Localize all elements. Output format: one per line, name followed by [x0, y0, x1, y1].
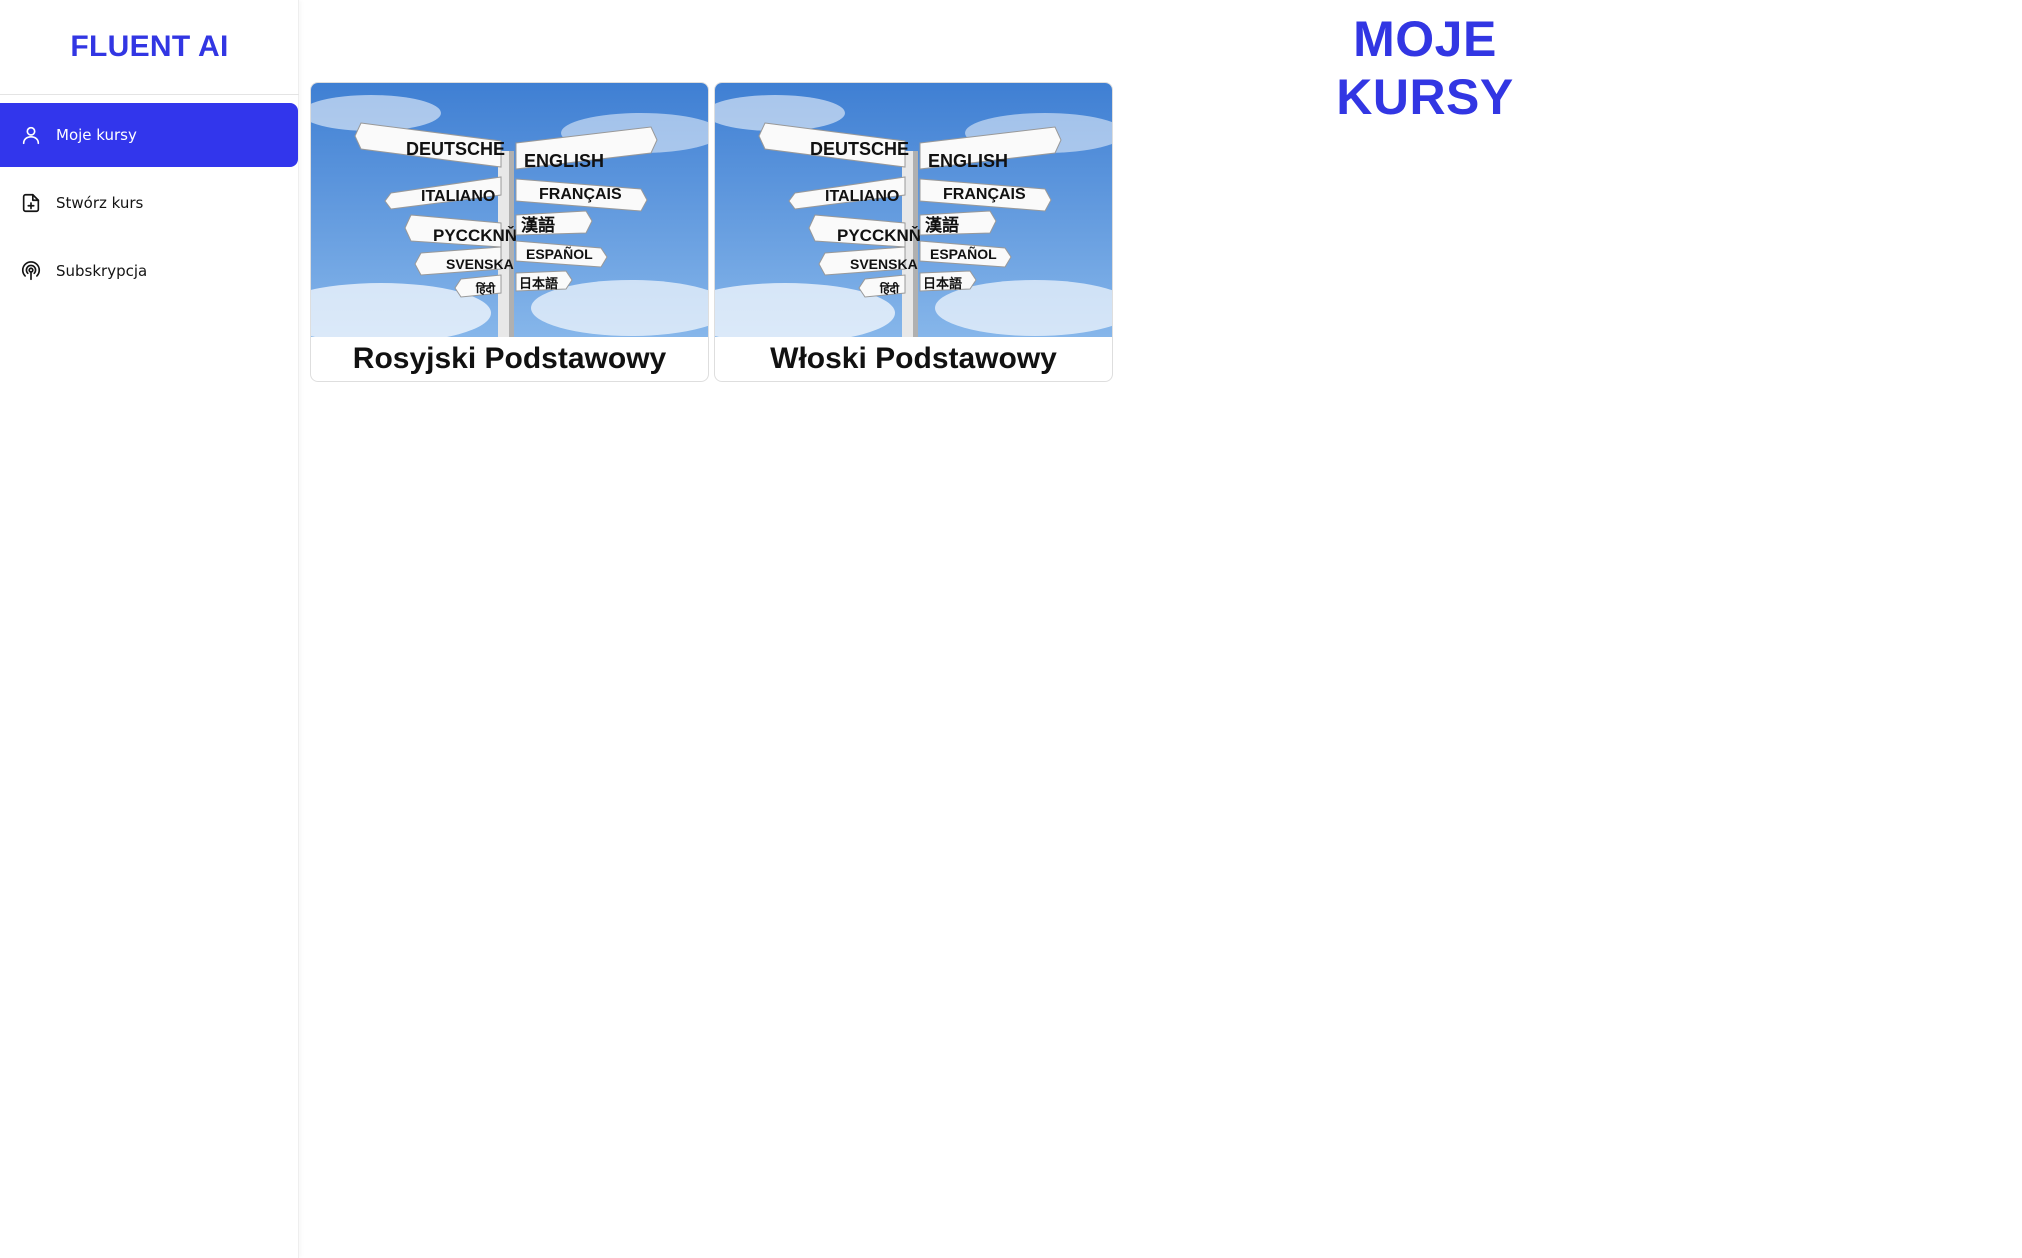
sign-francais: FRANÇAIS: [943, 186, 1026, 203]
file-plus-icon: [20, 192, 42, 214]
user-icon: [20, 124, 42, 146]
sidebar-item-label: Subskrypcja: [56, 262, 148, 280]
course-grid: DEUTSCHE ENGLISH ITALIANO FRANÇAIS PYCCK…: [310, 82, 1113, 382]
sidebar-item-subskrypcja[interactable]: Subskrypcja: [0, 239, 298, 303]
sign-english: ENGLISH: [524, 151, 604, 171]
sign-espanol: ESPAÑOL: [930, 245, 997, 262]
sign-deutsche: DEUTSCHE: [406, 139, 505, 159]
sign-deutsche: DEUTSCHE: [810, 139, 909, 159]
sidebar: FLUENT AI Moje kursy Stwórz kurs Subskry…: [0, 0, 299, 1258]
sign-russian: PYCCKNŇ: [433, 226, 517, 245]
sign-hindi: हिंदी: [475, 281, 496, 296]
sign-svenska: SVENSKA: [446, 256, 514, 272]
page-title: MOJE KURSY: [1336, 11, 1514, 125]
sign-svenska: SVENSKA: [850, 256, 918, 272]
course-image: DEUTSCHE ENGLISH ITALIANO FRANÇAIS PYCCK…: [715, 83, 1112, 337]
course-image: DEUTSCHE ENGLISH ITALIANO FRANÇAIS PYCCK…: [311, 83, 708, 337]
sign-hindi: हिंदी: [879, 281, 900, 296]
sidebar-nav: Moje kursy Stwórz kurs Subskrypcja: [0, 103, 299, 307]
sidebar-item-label: Stwórz kurs: [56, 194, 144, 212]
sign-chinese: 漢語: [521, 215, 555, 235]
sign-espanol: ESPAÑOL: [526, 245, 593, 262]
course-card[interactable]: DEUTSCHE ENGLISH ITALIANO FRANÇAIS PYCCK…: [310, 82, 709, 382]
course-card[interactable]: DEUTSCHE ENGLISH ITALIANO FRANÇAIS PYCCK…: [714, 82, 1113, 382]
sign-japanese: 日本語: [519, 276, 558, 291]
sign-english: ENGLISH: [928, 151, 1008, 171]
brand-header: FLUENT AI: [0, 0, 299, 95]
sign-japanese: 日本語: [923, 276, 962, 291]
sign-italiano: ITALIANO: [825, 188, 899, 205]
sidebar-item-stworz-kurs[interactable]: Stwórz kurs: [0, 171, 298, 235]
sidebar-item-moje-kursy[interactable]: Moje kursy: [0, 103, 298, 167]
course-title: Włoski Podstawowy: [770, 342, 1057, 375]
sign-chinese: 漢語: [925, 215, 959, 235]
sign-russian: PYCCKNŇ: [837, 226, 921, 245]
sidebar-item-label: Moje kursy: [56, 126, 137, 144]
sign-italiano: ITALIANO: [421, 188, 495, 205]
course-title: Rosyjski Podstawowy: [352, 342, 667, 375]
sign-francais: FRANÇAIS: [539, 186, 622, 203]
podcast-icon: [20, 260, 42, 282]
app-title: FLUENT AI: [70, 30, 229, 63]
